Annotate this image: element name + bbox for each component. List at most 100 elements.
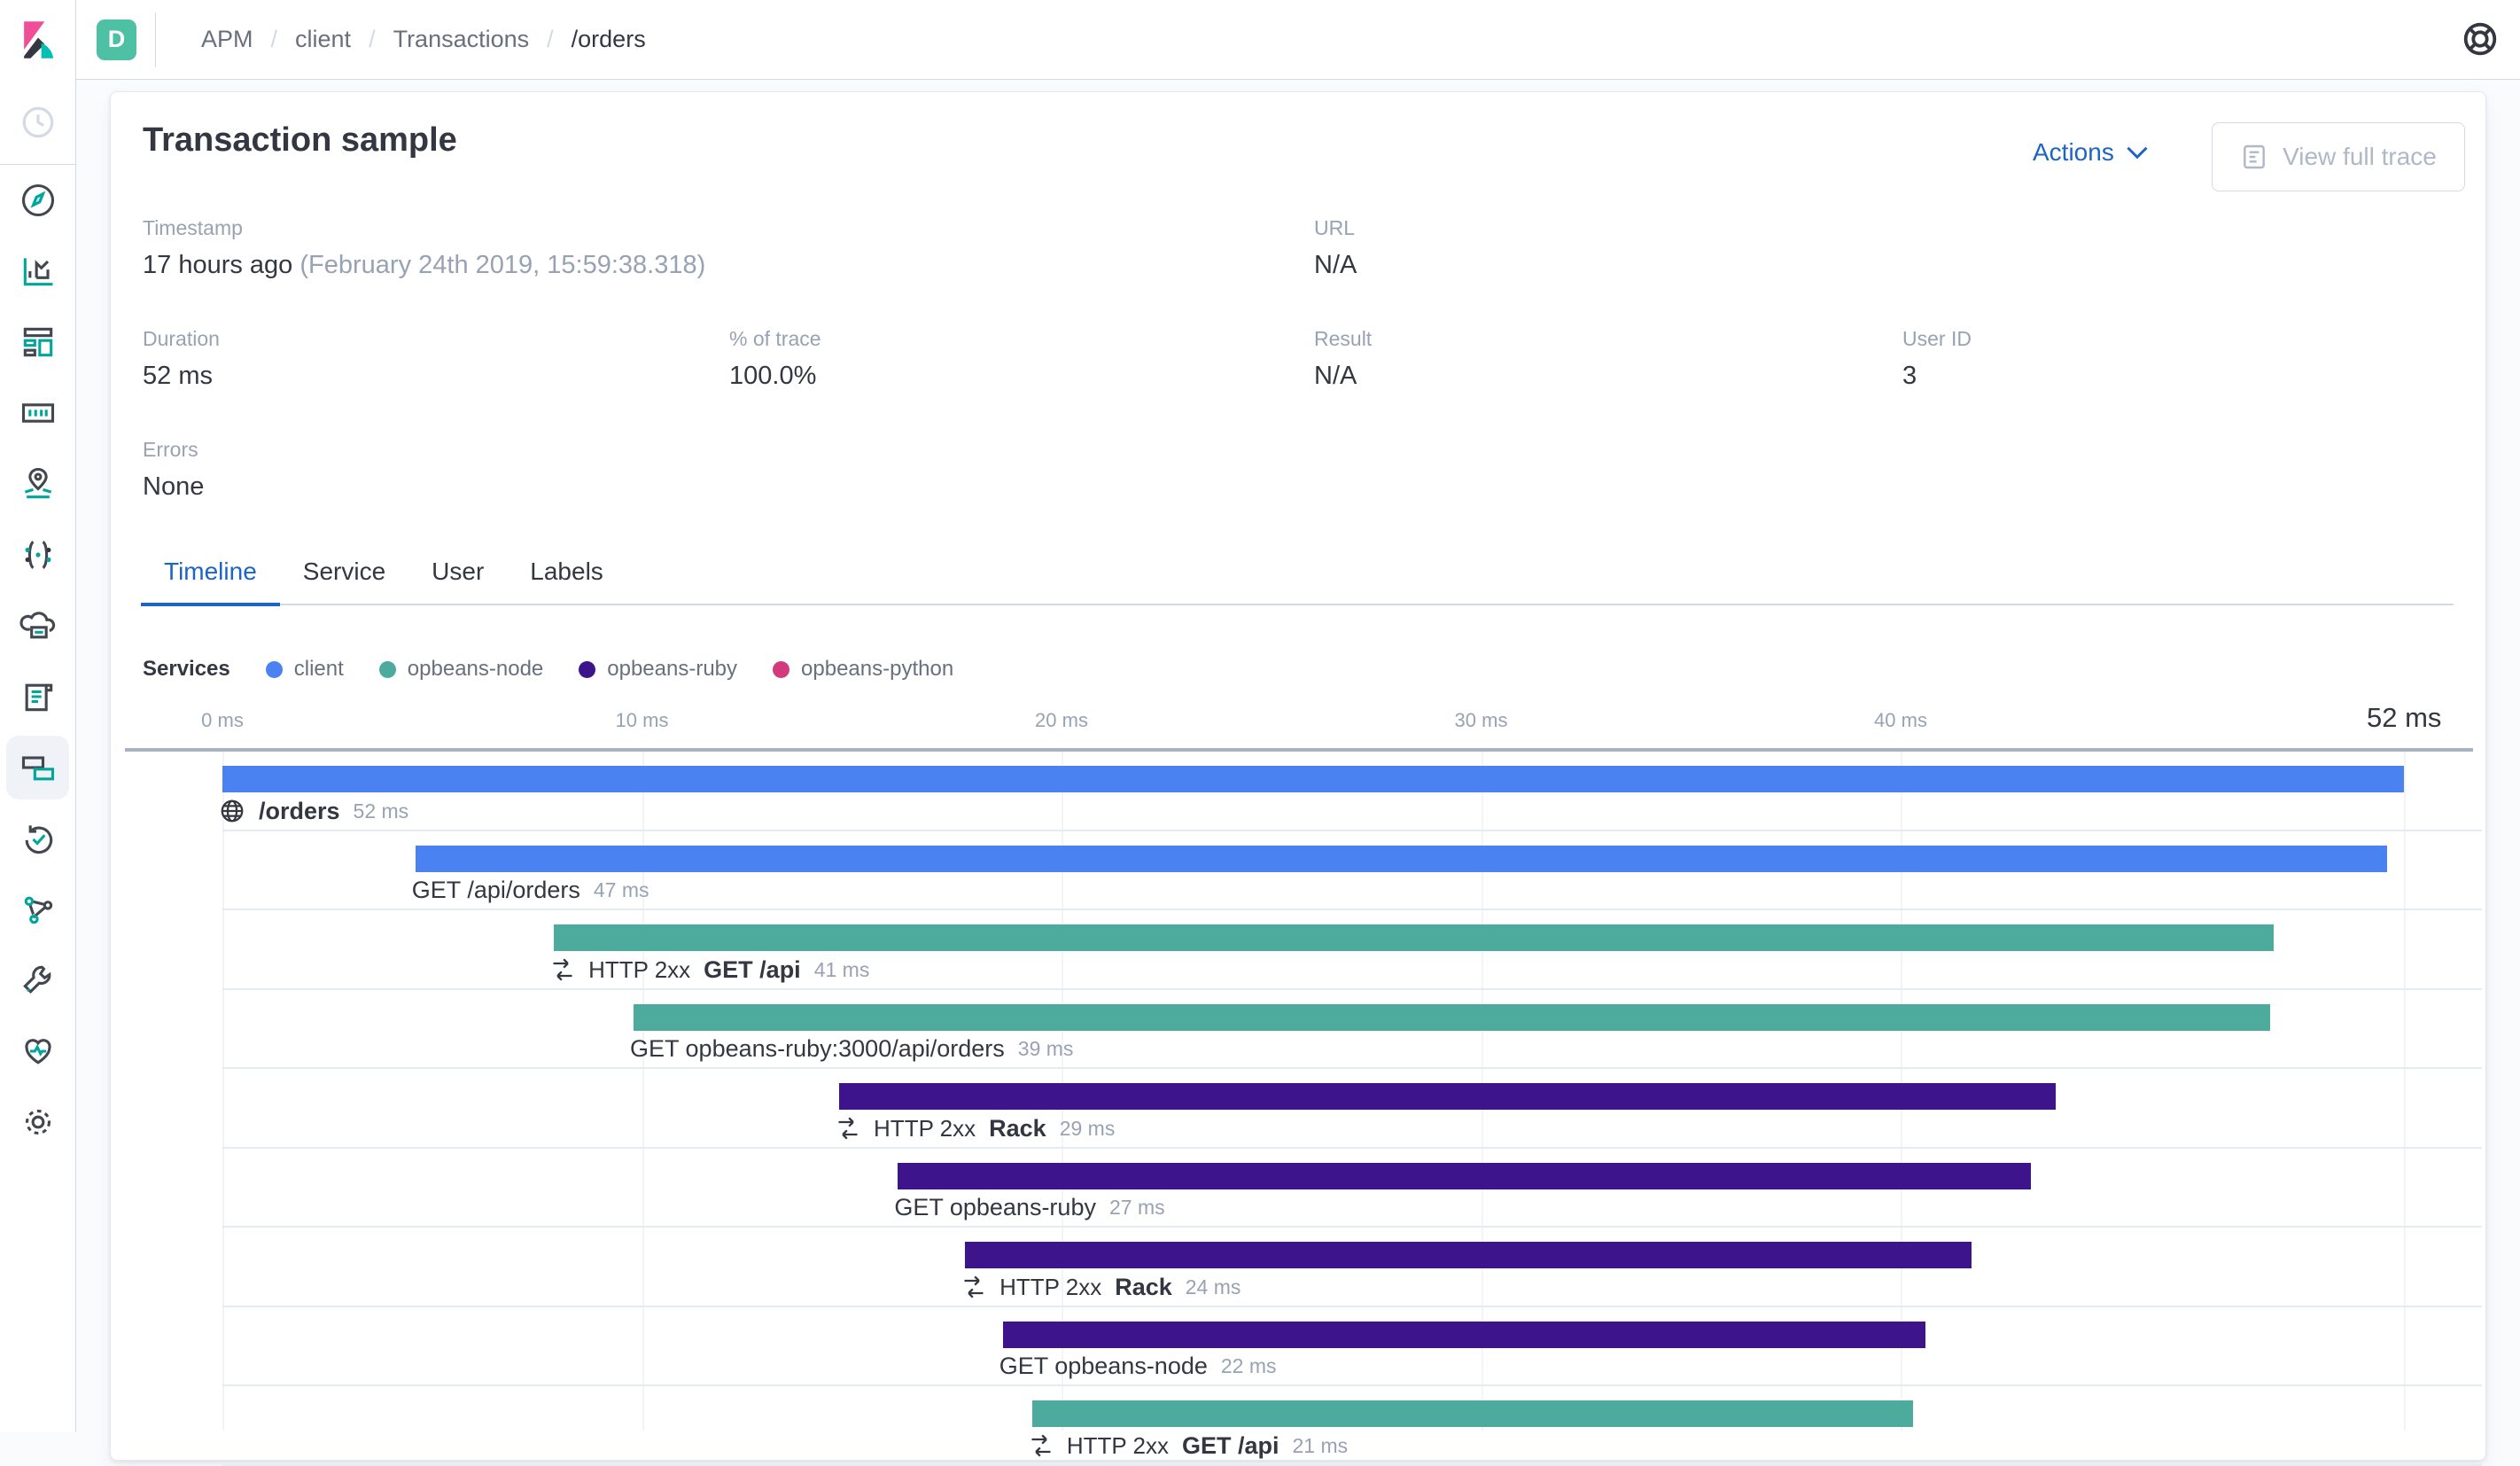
span-duration: 39 ms (1017, 1037, 1074, 1060)
tab-service[interactable]: Service (280, 540, 408, 606)
management-icon (25, 1109, 51, 1135)
span-name: GET opbeans-ruby:3000/api/orders (630, 1035, 1005, 1062)
span-bar[interactable] (898, 1162, 2031, 1189)
span-label[interactable]: HTTP 2xx GET /api 21 ms (1029, 1429, 1348, 1462)
time-axis: 0 ms 10 ms 20 ms 30 ms 40 ms 52 ms (111, 702, 2485, 737)
span-bar[interactable] (415, 845, 2388, 872)
kibana-logo[interactable] (0, 0, 75, 80)
waterfall-row: GET /api/orders 47 ms (222, 831, 2482, 910)
visualize-icon (23, 258, 52, 286)
legend-dot (579, 660, 596, 678)
legend-label: opbeans-node (407, 657, 544, 681)
nav-visualize[interactable] (0, 236, 75, 307)
waterfall-row: HTTP 2xx Rack 29 ms (222, 1069, 2482, 1149)
nav-machine-learning[interactable] (0, 519, 75, 590)
span-duration: 24 ms (1185, 1275, 1241, 1298)
nav-dev-tools[interactable] (0, 945, 75, 1016)
maps-icon (24, 467, 51, 499)
nav-graph[interactable] (0, 874, 75, 945)
nav-infrastructure[interactable] (0, 590, 75, 661)
machine-learning-icon (25, 541, 51, 569)
axis-total-duration: 52 ms (2366, 702, 2442, 733)
field-duration: Duration 52 ms (143, 327, 220, 390)
actions-menu-button[interactable]: Actions (2033, 138, 2148, 167)
uptime-icon (25, 825, 52, 854)
nav-dashboard[interactable] (0, 307, 75, 378)
field-user-id: User ID 3 (1902, 327, 1972, 390)
nav-discover[interactable] (0, 165, 75, 236)
span-bar[interactable] (1031, 1400, 1914, 1427)
breadcrumb-separator: / (270, 26, 278, 52)
merge-icon (1029, 1433, 1054, 1458)
span-bar[interactable] (965, 1242, 1972, 1268)
nav-logs[interactable] (0, 661, 75, 732)
nav-apm[interactable] (0, 732, 75, 803)
nav-management[interactable] (0, 1087, 75, 1158)
breadcrumb-apm[interactable]: APM (201, 26, 253, 53)
nav-uptime[interactable] (0, 803, 75, 874)
waterfall: /orders 52 ms GET /api/orders 47 ms HTTP 2x… (219, 752, 2482, 1466)
legend-dot (265, 660, 283, 678)
waterfall-row: /orders 52 ms (219, 752, 2482, 831)
span-label[interactable]: HTTP 2xx Rack 29 ms (836, 1111, 1115, 1145)
span-label[interactable]: HTTP 2xx Rack 24 ms (961, 1270, 1241, 1304)
left-nav-rail (0, 0, 76, 1432)
infrastructure-icon (19, 612, 55, 639)
globe-icon (219, 798, 245, 824)
nav-canvas[interactable] (0, 378, 75, 448)
span-label[interactable]: GET opbeans-node 22 ms (999, 1350, 1277, 1384)
view-full-trace-button[interactable]: View full trace (2212, 122, 2465, 191)
span-label[interactable]: HTTP 2xx GET /api 41 ms (550, 953, 869, 986)
top-bar: D APM / client / Transactions / /orders (76, 0, 2520, 80)
legend-item: opbeans-ruby (579, 657, 737, 682)
span-duration: 27 ms (1108, 1196, 1165, 1219)
waterfall-row: HTTP 2xx GET /api 21 ms (222, 1386, 2482, 1466)
waterfall-row: GET opbeans-ruby 27 ms (222, 1149, 2482, 1228)
span-label[interactable]: GET opbeans-ruby:3000/api/orders 39 ms (630, 1033, 1073, 1066)
span-label[interactable]: GET /api/orders 47 ms (412, 874, 649, 908)
span-prefix: HTTP 2xx (1066, 1431, 1169, 1459)
span-name: Rack (1115, 1273, 1172, 1300)
span-label[interactable]: /orders 52 ms (219, 794, 408, 828)
legend-items: client opbeans-node opbeans-ruby opbeans-py… (265, 657, 954, 682)
span-bar[interactable] (554, 924, 2275, 951)
span-name: GET /api/orders (411, 877, 580, 903)
span-bar[interactable] (634, 1003, 2270, 1031)
apm-icon (21, 756, 54, 781)
nav-monitoring[interactable] (0, 1016, 75, 1087)
span-bar[interactable] (1002, 1321, 1926, 1348)
legend-title: Services (143, 657, 230, 681)
span-bar[interactable] (222, 766, 2405, 792)
legend-label: opbeans-ruby (607, 657, 738, 681)
space-badge[interactable]: D (97, 19, 136, 60)
logs-icon (25, 683, 52, 712)
timestamp-value: 17 hours ago (143, 251, 293, 279)
field-percent-of-trace: % of trace 100.0% (729, 327, 821, 390)
help-button[interactable] (2460, 19, 2501, 64)
span-name: GET /api (1181, 1431, 1279, 1459)
waterfall-row: GET opbeans-ruby:3000/api/orders 39 ms (222, 990, 2482, 1069)
axis-tick: 10 ms (615, 709, 669, 731)
breadcrumb: APM / client / Transactions / /orders (201, 26, 646, 53)
tab-timeline[interactable]: Timeline (141, 540, 280, 606)
axis-tick: 40 ms (1874, 709, 1927, 731)
span-name: Rack (989, 1114, 1046, 1142)
timestamp-detail: (February 24th 2019, 15:59:38.318) (299, 251, 706, 279)
canvas-icon (21, 403, 54, 423)
nav-maps[interactable] (0, 448, 75, 519)
span-label[interactable]: GET opbeans-ruby 27 ms (894, 1191, 1164, 1225)
tab-user[interactable]: User (408, 540, 507, 606)
span-duration: 21 ms (1292, 1433, 1349, 1457)
merge-icon (961, 1275, 986, 1299)
span-bar[interactable] (839, 1083, 2057, 1110)
breadcrumb-transactions[interactable]: Transactions (393, 26, 530, 53)
legend-label: opbeans-python (801, 657, 954, 681)
span-prefix: HTTP 2xx (588, 955, 691, 983)
services-legend: Services client opbeans-node opbeans-ruby o… (143, 653, 953, 685)
breadcrumb-client[interactable]: client (295, 26, 351, 53)
span-duration: 41 ms (813, 957, 870, 981)
breadcrumb-separator: / (369, 26, 376, 52)
axis-tick: 20 ms (1035, 709, 1088, 731)
tab-labels[interactable]: Labels (507, 540, 626, 606)
recently-viewed-icon[interactable] (0, 80, 75, 164)
